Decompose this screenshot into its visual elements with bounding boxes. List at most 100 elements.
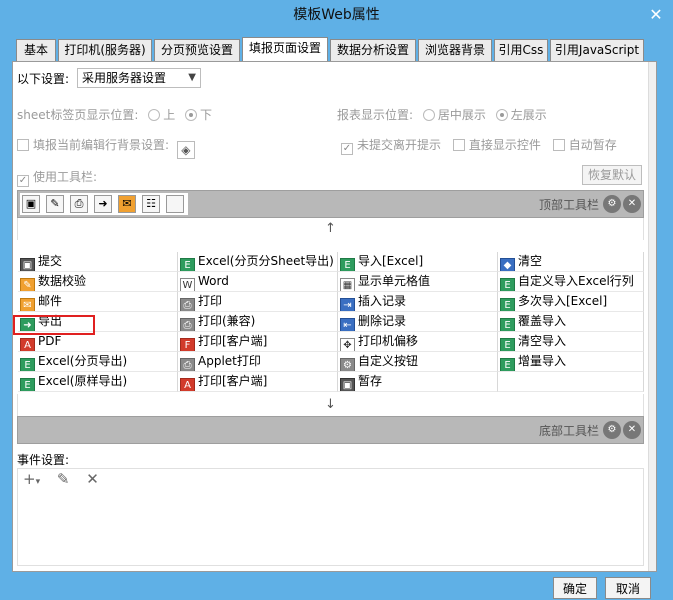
print-icon: ⎙ xyxy=(180,358,195,371)
grid-cell-label: 自定义按钮 xyxy=(358,354,419,368)
grid-cell[interactable]: ▣ 暂存 xyxy=(338,372,498,392)
close-icon[interactable]: ✕ xyxy=(623,195,641,213)
radio-report-center-label: 居中展示 xyxy=(437,108,486,122)
grid-cell[interactable]: E Excel(原样导出) xyxy=(18,372,178,392)
sheet-position-label: sheet标签页显示位置: xyxy=(17,108,139,122)
add-icon[interactable]: + xyxy=(23,470,36,488)
grid-cell-label: 清空导入 xyxy=(518,334,567,348)
grid-cell[interactable]: ⎙ 打印 xyxy=(178,292,338,312)
grid-cell[interactable]: ✥ 打印机偏移 xyxy=(338,332,498,352)
mail-icon[interactable]: ✉ xyxy=(118,195,136,213)
gear-icon[interactable]: ⚙ xyxy=(603,195,621,213)
grid-cell[interactable]: E 增量导入 xyxy=(498,352,644,372)
blank-icon[interactable] xyxy=(166,195,184,213)
close-icon[interactable]: ✕ xyxy=(647,6,665,24)
grid-cell[interactable]: A PDF xyxy=(18,332,178,352)
grid-icon: ▦ xyxy=(340,278,355,291)
tab-printer-server[interactable]: 打印机(服务器) xyxy=(58,39,152,61)
excel-icon: E xyxy=(500,318,515,331)
vertical-scrollbar[interactable] xyxy=(648,62,656,571)
tab-fill-page[interactable]: 填报页面设置 xyxy=(242,37,328,62)
use-toolbar-checkbox[interactable]: ✓ xyxy=(17,175,29,187)
export-icon[interactable]: ➜ xyxy=(94,195,112,213)
unsubmitted-warn-checkbox[interactable]: ✓ xyxy=(341,143,353,155)
top-toolbar-icons: ▣ ✎ ⎙ ➜ ✉ ☷ xyxy=(20,193,188,215)
tab-browser-bg[interactable]: 浏览器背景 xyxy=(418,39,492,61)
radio-sheet-down[interactable] xyxy=(185,109,198,121)
direct-show-checkbox[interactable] xyxy=(452,139,465,151)
radio-report-left[interactable] xyxy=(495,109,508,121)
fill-bg-label: 填报当前编辑行背景设置: xyxy=(33,138,170,152)
top-toolbar: ▣ ✎ ⎙ ➜ ✉ ☷ 顶部工具栏 ⚙ ✕ xyxy=(17,190,644,218)
gear-icon: ⚙ xyxy=(340,358,355,371)
pdf-icon: A xyxy=(180,378,195,391)
grid-cell-label: Excel(原样导出) xyxy=(38,374,128,388)
grid-cell[interactable]: E 导入[Excel] xyxy=(338,252,498,272)
tab-javascript[interactable]: 引用JavaScript xyxy=(550,39,644,61)
pencil-icon[interactable]: ✎ xyxy=(46,195,64,213)
grid-cell-label: 打印(兼容) xyxy=(198,314,256,328)
events-label: 事件设置: xyxy=(17,453,70,467)
excel-icon: E xyxy=(500,338,515,351)
cancel-button[interactable]: 取消 xyxy=(605,577,651,599)
grid-cell[interactable]: E 多次导入[Excel] xyxy=(498,292,644,312)
move-down-arrow[interactable]: ↓ xyxy=(17,394,644,416)
move-up-arrow[interactable]: ↑ xyxy=(17,218,644,240)
print-icon[interactable]: ⎙ xyxy=(70,195,88,213)
tab-css[interactable]: 引用Css xyxy=(494,39,548,61)
grid-cell xyxy=(498,372,644,392)
grid-cell[interactable]: ▣ 提交 xyxy=(18,252,178,272)
settings-source-row: 以下设置: 采用服务器设置 ▼ xyxy=(17,68,201,88)
auto-save-checkbox[interactable] xyxy=(552,139,565,151)
select-value: 采用服务器设置 xyxy=(82,71,167,85)
restore-default-button[interactable]: 恢复默认 xyxy=(582,165,642,185)
excel-icon: E xyxy=(180,258,195,271)
save-icon[interactable]: ▣ xyxy=(22,195,40,213)
grid-cell[interactable]: E Excel(分页导出) xyxy=(18,352,178,372)
grid-cell[interactable]: E Excel(分页分Sheet导出) xyxy=(178,252,338,272)
paint-bucket-icon[interactable]: ◈ xyxy=(176,141,195,159)
grid-cell[interactable]: ⎙ Applet打印 xyxy=(178,352,338,372)
radio-sheet-up[interactable] xyxy=(148,109,161,121)
fill-bg-checkbox[interactable] xyxy=(17,139,29,151)
grid-cell[interactable]: E 清空导入 xyxy=(498,332,644,352)
grid-cell[interactable]: A 打印[客户端] xyxy=(178,372,338,392)
report-position-label: 报表显示位置: xyxy=(337,108,414,122)
grid-cell[interactable]: ✉ 邮件 xyxy=(18,292,178,312)
grid-cell[interactable]: ⇥ 插入记录 xyxy=(338,292,498,312)
grid-cell[interactable]: W Word xyxy=(178,272,338,292)
edit-icon[interactable]: ✎ xyxy=(57,470,70,488)
grid-cell[interactable]: ▦ 显示单元格值 xyxy=(338,272,498,292)
tree-icon[interactable]: ☷ xyxy=(142,195,160,213)
radio-report-center[interactable] xyxy=(422,109,435,121)
flash-print-icon: F xyxy=(180,338,195,351)
delete-icon[interactable]: ✕ xyxy=(86,470,99,488)
radio-report-left-label: 左展示 xyxy=(510,108,547,122)
grid-cell[interactable]: F 打印[客户端] xyxy=(178,332,338,352)
grid-cell[interactable]: ◆ 清空 xyxy=(498,252,644,272)
grid-cell[interactable]: ⎙ 打印(兼容) xyxy=(178,312,338,332)
grid-cell[interactable]: E 覆盖导入 xyxy=(498,312,644,332)
window-title: 模板Web属性 xyxy=(293,7,380,23)
floppy-icon: ▣ xyxy=(20,258,35,271)
excel-icon: E xyxy=(500,278,515,291)
tab-data-analysis[interactable]: 数据分析设置 xyxy=(330,39,416,61)
grid-cell-label: 覆盖导入 xyxy=(518,314,567,328)
grid-cell[interactable]: ⚙ 自定义按钮 xyxy=(338,352,498,372)
close-icon[interactable]: ✕ xyxy=(623,421,641,439)
floppy-icon: ▣ xyxy=(340,378,355,391)
events-toolbar: +▾ ✎ ✕ xyxy=(23,470,99,490)
gear-icon[interactable]: ⚙ xyxy=(603,421,621,439)
grid-cell[interactable]: E 自定义导入Excel行列 xyxy=(498,272,644,292)
tab-page-preview[interactable]: 分页预览设置 xyxy=(154,39,240,61)
grid-cell-label: Excel(分页分Sheet导出) xyxy=(198,254,334,268)
ok-button[interactable]: 确定 xyxy=(553,577,597,599)
grid-cell-label: Word xyxy=(198,274,229,288)
grid-cell-label: Excel(分页导出) xyxy=(38,354,128,368)
chevron-down-icon[interactable]: ▾ xyxy=(36,477,41,487)
grid-cell[interactable]: ⇤ 删除记录 xyxy=(338,312,498,332)
grid-cell[interactable]: ✎ 数据校验 xyxy=(18,272,178,292)
settings-source-select[interactable]: 采用服务器设置 ▼ xyxy=(77,68,201,88)
tab-basic[interactable]: 基本 xyxy=(16,39,56,61)
excel-icon: E xyxy=(500,358,515,371)
